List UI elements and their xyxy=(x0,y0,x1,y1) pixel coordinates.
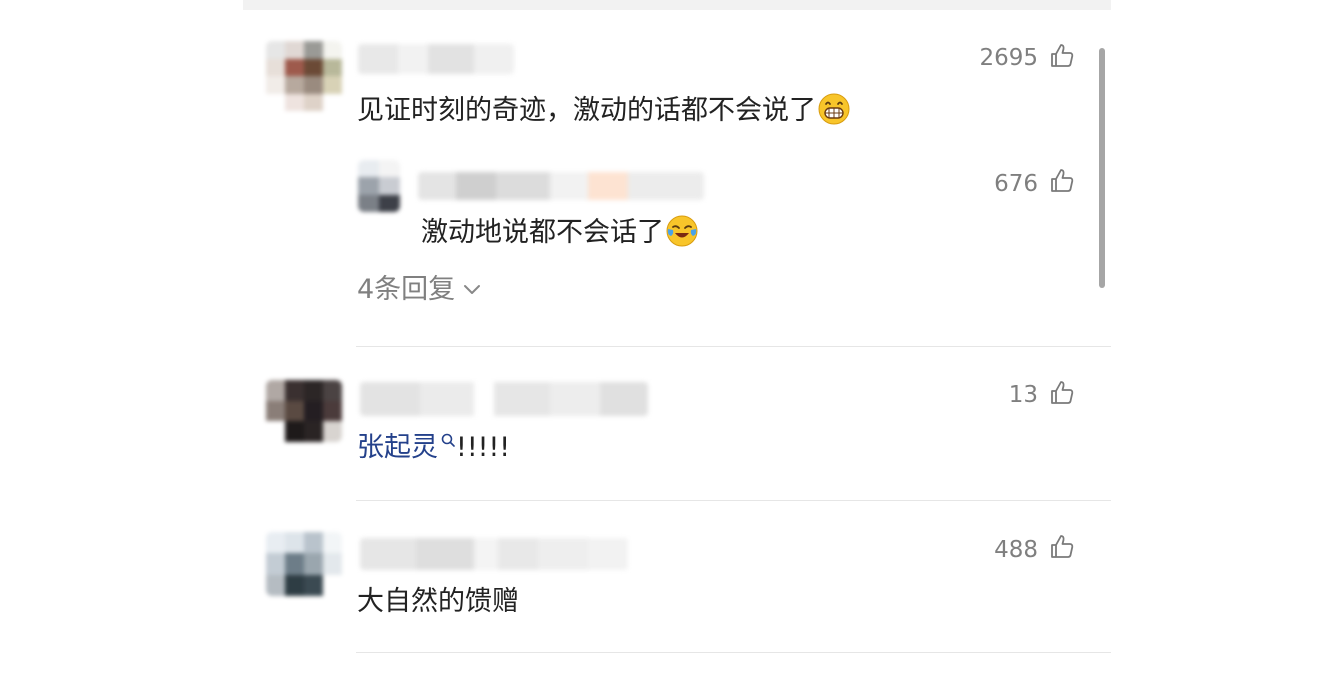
thumbs-up-icon[interactable] xyxy=(1049,534,1075,560)
divider xyxy=(356,346,1111,347)
comment-text: 大自然的馈赠 xyxy=(357,585,519,619)
username-blurred[interactable] xyxy=(418,172,704,200)
replies-label: 4条回复 xyxy=(357,274,456,305)
divider xyxy=(356,500,1111,501)
crying-laughing-emoji-icon xyxy=(666,215,698,247)
reply-body: 激动地说都不会话了 xyxy=(421,217,664,248)
search-icon xyxy=(441,433,455,447)
avatar[interactable] xyxy=(266,532,342,596)
like-count: 2695 xyxy=(979,45,1038,71)
divider xyxy=(356,652,1111,653)
like-count: 13 xyxy=(1008,382,1038,408)
chevron-down-icon xyxy=(464,285,481,294)
scrollbar[interactable] xyxy=(1099,48,1105,288)
topic-link[interactable]: 张起灵 xyxy=(357,432,438,463)
view-replies-button[interactable]: 4条回复 xyxy=(357,273,481,307)
comment-body: !!!!! xyxy=(456,432,511,463)
like-count: 488 xyxy=(994,537,1038,563)
reply-text: 激动地说都不会话了 xyxy=(421,215,698,250)
avatar[interactable] xyxy=(358,160,400,212)
username-blurred[interactable] xyxy=(360,382,648,416)
thumbs-up-icon[interactable] xyxy=(1049,43,1075,69)
like-count: 676 xyxy=(994,171,1038,197)
avatar[interactable] xyxy=(266,380,342,442)
comment-text: 张起灵 !!!!! xyxy=(357,431,510,465)
top-separator-strip xyxy=(243,0,1111,10)
thumbs-up-icon[interactable] xyxy=(1049,168,1075,194)
username-blurred[interactable] xyxy=(360,538,628,570)
thumbs-up-icon[interactable] xyxy=(1049,380,1075,406)
username-blurred[interactable] xyxy=(358,44,514,74)
grinning-face-emoji-icon xyxy=(818,93,850,125)
comment-text: 见证时刻的奇迹，激动的话都不会说了 xyxy=(357,93,850,128)
comment-body: 大自然的馈赠 xyxy=(357,586,519,617)
avatar[interactable] xyxy=(266,41,342,111)
comment-body: 见证时刻的奇迹，激动的话都不会说了 xyxy=(357,95,816,126)
